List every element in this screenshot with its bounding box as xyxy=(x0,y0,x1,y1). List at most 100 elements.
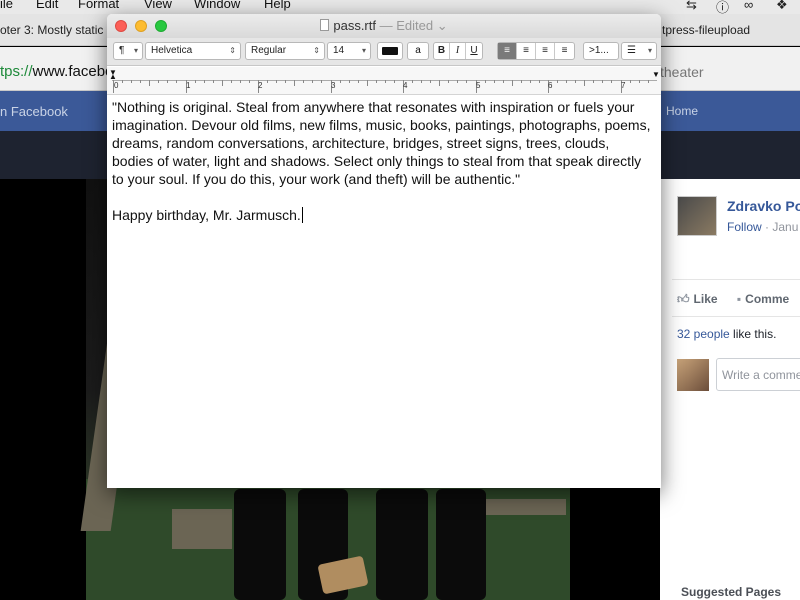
ruler-tick xyxy=(140,80,142,83)
ruler-number: 1 xyxy=(186,81,191,90)
ruler-tick xyxy=(611,80,613,83)
align-left-icon[interactable]: ≡ xyxy=(498,43,517,59)
ruler-tick xyxy=(557,80,559,83)
ruler-tick xyxy=(430,80,432,83)
facebook-search-input[interactable]: n Facebook xyxy=(0,104,68,119)
ruler-tick xyxy=(511,80,513,86)
closing-line: Happy birthday, Mr. Jarmusch. xyxy=(112,207,303,223)
align-justify-icon[interactable]: ≡ xyxy=(555,43,574,59)
ruler-tick xyxy=(312,80,314,83)
menu-edit[interactable]: Edit xyxy=(36,0,58,11)
line-spacing-select[interactable]: >1... xyxy=(583,42,619,60)
document-text-area[interactable]: "Nothing is original. Steal from anywher… xyxy=(112,98,660,224)
post-author-name[interactable]: Zdravko Po xyxy=(727,198,800,214)
chevron-updown-icon: ⇕ xyxy=(229,46,236,55)
textedit-window: pass.rtf — Edited ⌄ ¶ ▾ Helvetica ⇕ Regula… xyxy=(107,14,661,488)
ruler-tick xyxy=(248,80,250,83)
ruler-tick xyxy=(638,80,640,83)
ruler-tick xyxy=(149,80,151,86)
ruler-tick xyxy=(384,80,386,83)
likes-people-link[interactable]: 32 people xyxy=(677,327,730,341)
ruler-tick xyxy=(529,80,531,83)
like-button[interactable]: 👍︎ Like xyxy=(677,292,718,307)
ruler-tick xyxy=(602,80,604,83)
chevron-down-icon: ▾ xyxy=(647,46,652,55)
info-icon[interactable]: ⓘ xyxy=(716,0,729,14)
font-family-select[interactable]: Helvetica ⇕ xyxy=(145,42,241,60)
dropbox-icon[interactable]: ❖ xyxy=(776,0,788,13)
ruler-tick xyxy=(502,80,504,83)
ruler-number: 7 xyxy=(621,81,626,90)
comment-button[interactable]: ▪ Comme xyxy=(737,292,789,306)
font-emphasis-group: B I U xyxy=(433,42,483,60)
follow-link[interactable]: Follow xyxy=(727,220,762,234)
text-line: "Nothing is original. Steal from anywher… xyxy=(112,99,635,115)
post-actions: 👍︎ Like ▪ Comme xyxy=(677,292,800,307)
window-title[interactable]: pass.rtf — Edited ⌄ xyxy=(107,14,661,38)
ruler-tick xyxy=(412,80,414,83)
ruler[interactable]: ▼ ▲ ▼ 0 1 2 3 4 5 6 7 xyxy=(107,67,661,95)
edited-status[interactable]: — Edited ⌄ xyxy=(380,18,448,33)
ruler-tick xyxy=(230,80,232,83)
suggested-pages-heading: Suggested Pages xyxy=(681,585,782,599)
ruler-tick xyxy=(176,80,178,83)
left-indent-marker-icon[interactable]: ▲ xyxy=(109,73,117,81)
browser-tab-fileupload[interactable]: tpress-fileupload xyxy=(662,23,750,37)
ruler-tick xyxy=(566,80,568,83)
menu-window[interactable]: Window xyxy=(194,0,240,11)
align-center-icon[interactable]: ≡ xyxy=(517,43,536,59)
menu-view[interactable]: View xyxy=(144,0,172,11)
commenter-avatar xyxy=(677,359,709,391)
glasses-icon[interactable]: ∞ xyxy=(744,0,753,12)
text-color-well[interactable] xyxy=(377,42,403,60)
facebook-post-sidebar: Zdravko Po Follow · Janu 👍︎ Like ▪ Comme 3… xyxy=(660,179,800,600)
menu-format[interactable]: Format xyxy=(78,0,119,11)
ruler-number: 6 xyxy=(548,81,553,90)
ruler-tick xyxy=(584,80,586,86)
font-style-select[interactable]: Regular ⇕ xyxy=(245,42,325,60)
ruler-tick xyxy=(538,80,540,83)
avatar[interactable] xyxy=(677,196,717,236)
ruler-tick xyxy=(239,80,241,83)
ruler-tick xyxy=(267,80,269,83)
ruler-tick xyxy=(357,80,359,83)
ruler-tick xyxy=(575,80,577,83)
right-margin-marker-icon[interactable]: ▼ xyxy=(652,71,660,79)
browser-tab-chapter[interactable]: oter 3: Mostly static xyxy=(0,23,103,37)
ruler-number: 0 xyxy=(114,81,119,90)
thumbs-up-icon: 👍︎ xyxy=(677,292,690,306)
italic-button[interactable]: I xyxy=(450,43,466,59)
title-bar[interactable]: pass.rtf — Edited ⌄ xyxy=(107,14,661,38)
facebook-home-link[interactable]: Home xyxy=(666,104,698,118)
background-color-well[interactable]: a xyxy=(407,42,429,60)
paragraph-styles-button[interactable]: ¶ ▾ xyxy=(113,42,143,60)
ruler-tick xyxy=(629,80,631,83)
menu-file[interactable]: ile xyxy=(0,0,13,11)
ruler-number: 5 xyxy=(476,81,481,90)
ruler-number: 2 xyxy=(258,81,263,90)
text-line: bodies of water, light and shadows. Sele… xyxy=(112,153,642,169)
bench-leg xyxy=(172,509,232,549)
list-style-select[interactable]: ☰ ▾ xyxy=(621,42,657,60)
bold-button[interactable]: B xyxy=(434,43,450,59)
ruler-tick xyxy=(194,80,196,83)
text-line: imagination. Devour old films, new films… xyxy=(112,117,651,133)
text-cursor xyxy=(301,207,303,223)
ruler-tick xyxy=(294,80,296,86)
format-toolbar: ¶ ▾ Helvetica ⇕ Regular ⇕ 14 ▾ a B I U ≡ ≡ ≡… xyxy=(107,38,661,66)
font-size-field[interactable]: 14 ▾ xyxy=(327,42,371,60)
theater-mode-label[interactable]: theater xyxy=(660,64,704,80)
ruler-tick xyxy=(167,80,169,83)
post-date: · Janu xyxy=(761,220,799,234)
align-right-icon[interactable]: ≡ xyxy=(536,43,555,59)
ruler-tick xyxy=(647,80,649,83)
url-text[interactable]: tps://www.facebo xyxy=(0,63,113,80)
underline-button[interactable]: U xyxy=(466,43,482,59)
ruler-tick xyxy=(375,80,377,83)
comment-input[interactable]: Write a comme xyxy=(716,358,800,391)
ruler-tick xyxy=(466,80,468,83)
menu-help[interactable]: Help xyxy=(264,0,291,11)
ruler-tick xyxy=(122,80,124,83)
sync-icon[interactable]: ⇆ xyxy=(686,0,697,13)
